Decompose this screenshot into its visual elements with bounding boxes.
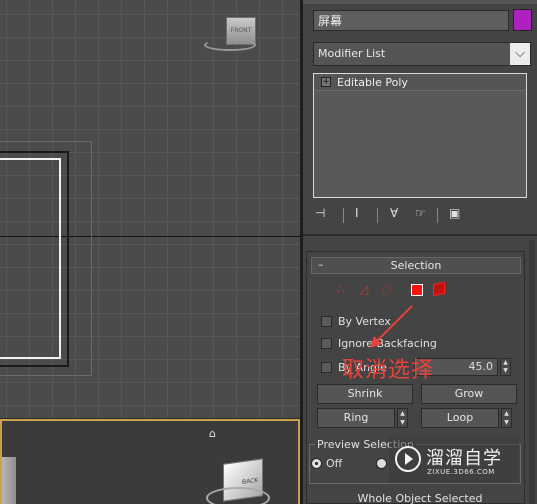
modifier-list-value: Modifier List xyxy=(318,47,386,60)
modifier-stack-item-label: Editable Poly xyxy=(337,76,408,89)
viewcube-compass-ring[interactable] xyxy=(204,39,256,51)
ring-spinner[interactable]: ▲ ▼ xyxy=(397,408,408,428)
checkbox-box[interactable] xyxy=(321,362,332,373)
polygon-level-icon[interactable] xyxy=(411,284,423,296)
viewcube-compass-ring[interactable] xyxy=(206,487,270,504)
modifier-list-dropdown[interactable]: Modifier List ⌵ xyxy=(313,42,531,66)
loop-spinner[interactable]: ▲ ▼ xyxy=(501,408,512,428)
toolbar-separator xyxy=(377,208,378,223)
edge-level-icon[interactable]: ◿ xyxy=(359,282,368,296)
element-level-icon[interactable] xyxy=(433,281,445,297)
rollout-title: Selection xyxy=(390,259,442,272)
watermark-brand: 溜溜自学 xyxy=(426,448,502,469)
scene-object[interactable] xyxy=(2,457,16,504)
annotation-text: 取消选择 xyxy=(342,358,435,383)
panel-scrollbar[interactable] xyxy=(529,240,535,504)
loop-button[interactable]: Loop xyxy=(421,408,499,428)
watermark: 溜溜自学 ZIXUE.3D66.COM xyxy=(389,437,519,483)
ring-button[interactable]: Ring xyxy=(317,408,395,428)
preview-off-label: Off xyxy=(326,457,343,470)
perspective-viewport[interactable]: ⌂ BACK xyxy=(0,419,300,504)
expand-icon[interactable]: + xyxy=(321,77,331,87)
selection-status: Whole Object Selected xyxy=(357,492,483,504)
object-outline-selected[interactable] xyxy=(0,158,61,359)
shrink-button[interactable]: Shrink xyxy=(317,384,413,404)
pin-stack-icon[interactable]: ⊣ xyxy=(315,206,325,220)
object-color-swatch[interactable] xyxy=(513,9,532,31)
toolbar-separator xyxy=(437,208,438,223)
grow-button[interactable]: Grow xyxy=(421,384,517,404)
toolbar-separator xyxy=(343,208,344,223)
show-end-result-icon[interactable]: Ⅰ xyxy=(355,206,359,220)
viewcube-face-label: FRONT xyxy=(230,27,252,34)
command-panel-tabs[interactable] xyxy=(303,0,537,4)
command-panel: 屏幕 Modifier List ⌵ + Editable Poly ⊣ Ⅰ ∀… xyxy=(303,0,537,504)
make-unique-icon[interactable]: ∀ xyxy=(390,206,398,220)
configure-modifier-sets-icon[interactable]: ▣ xyxy=(449,206,460,220)
home-icon[interactable]: ⌂ xyxy=(209,427,216,440)
stack-toolbar: ⊣ Ⅰ ∀ ☞ ▣ xyxy=(315,206,485,226)
panel-separator xyxy=(303,234,537,236)
checkbox-box[interactable] xyxy=(321,316,332,327)
viewcube-face-label: BACK xyxy=(242,476,259,487)
play-logo-icon xyxy=(395,446,421,472)
preview-subobj-radio[interactable] xyxy=(376,458,387,469)
modifier-stack[interactable]: + Editable Poly xyxy=(313,73,527,198)
preview-off-radio[interactable] xyxy=(311,458,322,469)
selection-rollout-header[interactable]: – Selection xyxy=(311,257,521,274)
checkbox-box[interactable] xyxy=(321,338,332,349)
annotation-arrow xyxy=(370,305,413,348)
front-viewport[interactable]: FRONT xyxy=(0,0,300,418)
watermark-url: ZIXUE.3D66.COM xyxy=(427,468,495,476)
vertex-level-icon[interactable]: ∴ xyxy=(337,282,345,296)
border-level-icon[interactable]: ◌ xyxy=(381,282,391,296)
by-angle-spinner[interactable]: ▲ ▼ xyxy=(500,358,511,376)
modifier-stack-item[interactable]: + Editable Poly xyxy=(315,75,525,91)
chevron-down-icon[interactable]: ⌵ xyxy=(510,43,530,65)
remove-modifier-icon[interactable]: ☞ xyxy=(415,206,426,220)
object-name-field[interactable]: 屏幕 xyxy=(313,10,509,31)
